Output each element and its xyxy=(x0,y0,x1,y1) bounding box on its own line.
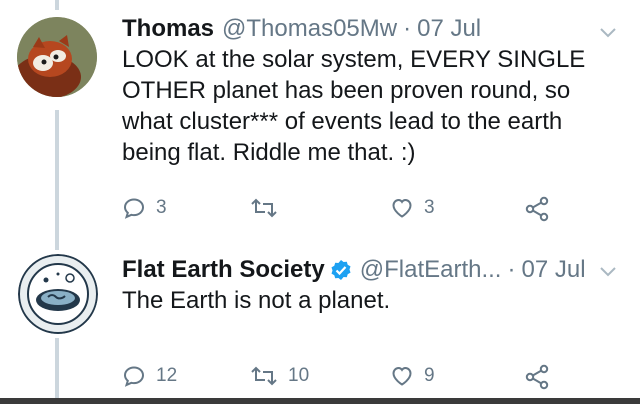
separator: · xyxy=(507,256,516,283)
share-button[interactable] xyxy=(524,196,550,222)
retweet-icon xyxy=(251,366,277,386)
share-button[interactable] xyxy=(524,364,550,390)
timeline: Thomas @Thomas05Mw · 07 Jul LOOK at the … xyxy=(0,0,640,404)
reply-icon xyxy=(123,366,145,387)
bottom-divider xyxy=(0,398,640,404)
red-panda-avatar[interactable] xyxy=(17,17,97,97)
tweet-date[interactable]: 07 Jul xyxy=(521,256,585,284)
like-button[interactable]: 9 xyxy=(390,364,435,388)
share-icon xyxy=(525,364,549,390)
tweet-header: Flat Earth Society @FlatEarth... · 07 Ju… xyxy=(122,256,586,284)
reply-count: 3 xyxy=(156,197,167,218)
display-name[interactable]: Thomas xyxy=(122,15,214,43)
chevron-down-icon[interactable] xyxy=(598,265,618,279)
tweet[interactable]: Thomas @Thomas05Mw · 07 Jul LOOK at the … xyxy=(0,0,640,240)
tweet-actions: 12 10 9 xyxy=(122,364,562,390)
like-count: 3 xyxy=(424,197,435,218)
tweet-date[interactable]: 07 Jul xyxy=(417,15,481,43)
retweet-count: 10 xyxy=(288,365,310,386)
heart-icon xyxy=(392,366,412,386)
share-icon xyxy=(525,196,549,222)
retweet-button[interactable] xyxy=(250,196,288,220)
user-handle[interactable]: @Thomas05Mw xyxy=(222,15,397,43)
verified-badge-icon xyxy=(330,259,352,281)
tweet[interactable]: Flat Earth Society @FlatEarth... · 07 Ju… xyxy=(0,240,640,404)
chevron-down-icon[interactable] xyxy=(598,26,618,40)
tweet-text: The Earth is not a planet. xyxy=(122,287,391,314)
tweet-actions: 3 3 xyxy=(122,196,562,222)
reply-button[interactable]: 3 xyxy=(122,196,167,220)
flat-earth-logo-avatar[interactable] xyxy=(18,254,98,334)
reply-count: 12 xyxy=(156,365,178,386)
tweet-text: LOOK at the solar system, EVERY SINGLE O… xyxy=(122,46,586,166)
like-button[interactable]: 3 xyxy=(390,196,435,220)
separator: · xyxy=(403,15,412,42)
tweet-header: Thomas @Thomas05Mw · 07 Jul xyxy=(122,15,481,43)
display-name[interactable]: Flat Earth Society xyxy=(122,256,325,284)
retweet-icon xyxy=(251,198,277,218)
user-handle[interactable]: @FlatEarth... xyxy=(360,256,502,284)
heart-icon xyxy=(392,198,412,218)
reply-button[interactable]: 12 xyxy=(122,364,177,388)
like-count: 9 xyxy=(424,365,435,386)
reply-icon xyxy=(123,198,145,219)
retweet-button[interactable]: 10 xyxy=(250,364,309,388)
